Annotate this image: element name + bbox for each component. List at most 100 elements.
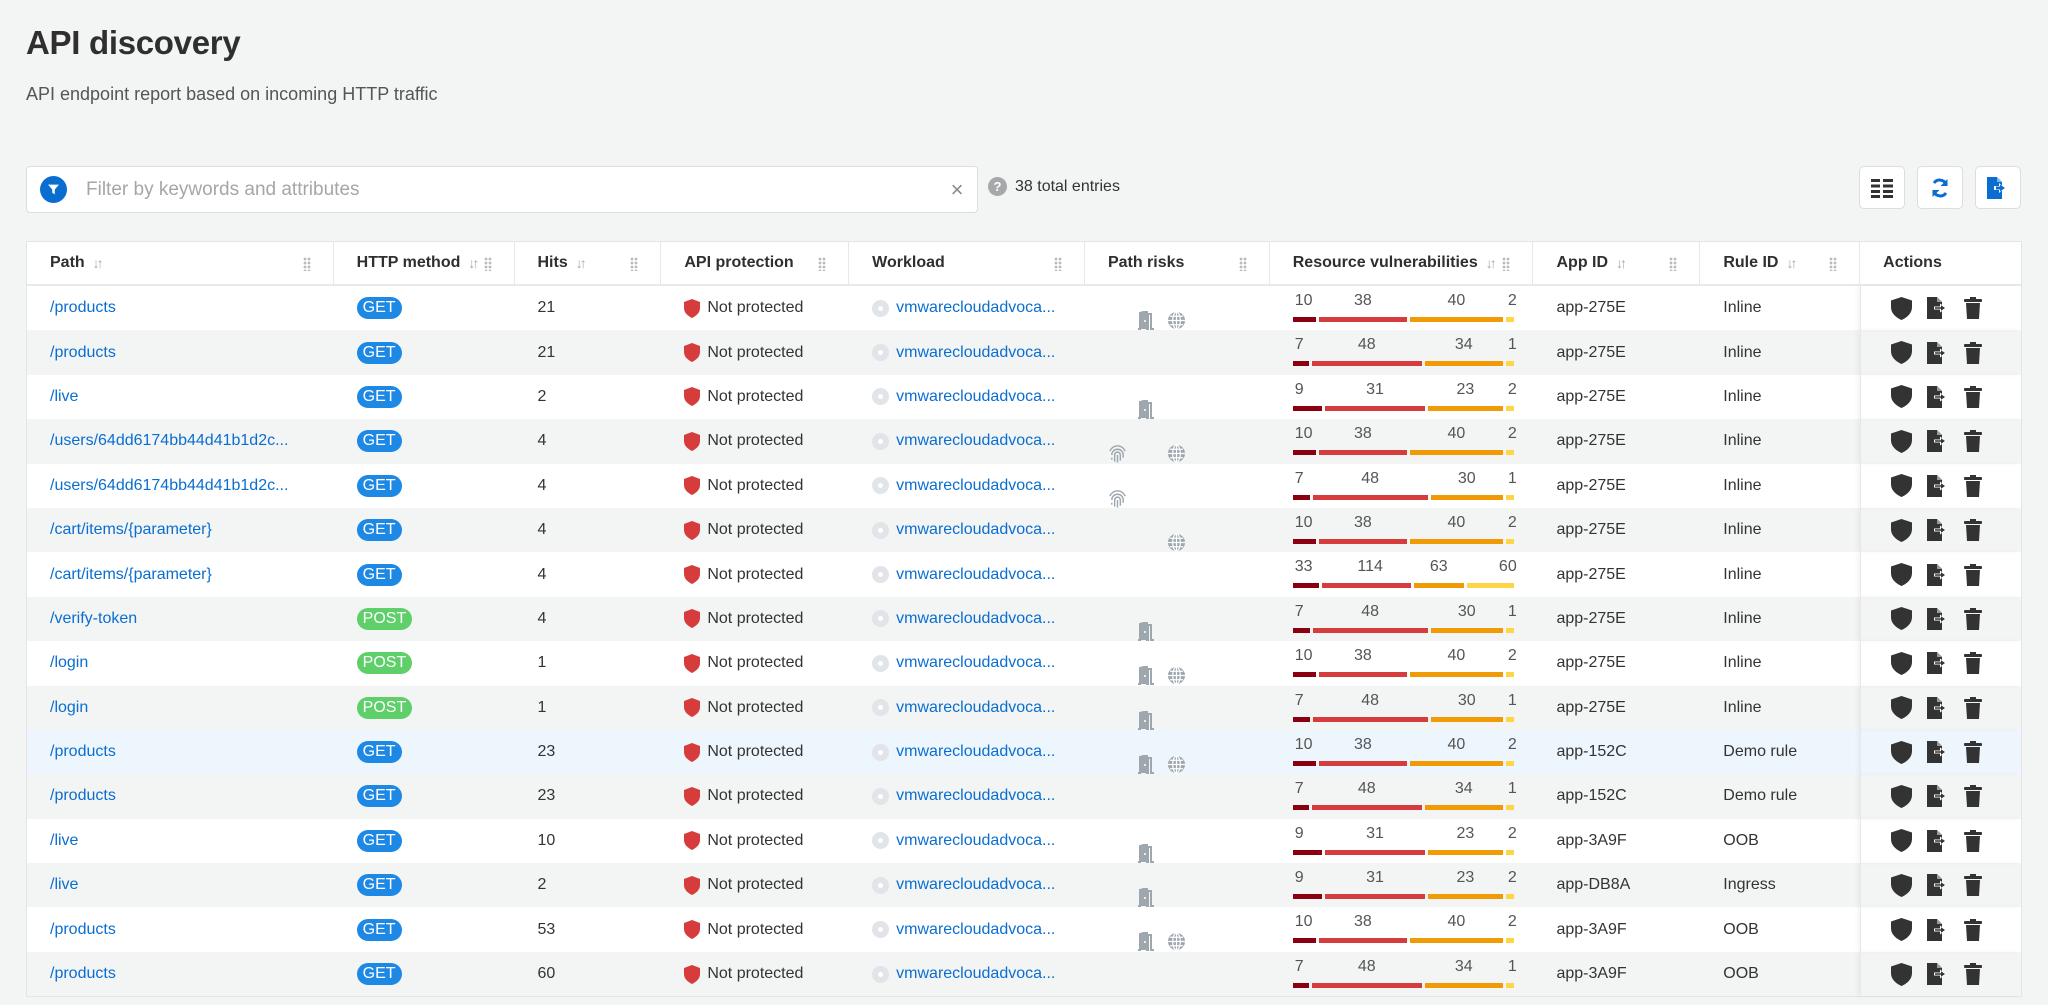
- delete-icon[interactable]: [1964, 385, 1983, 408]
- protect-icon[interactable]: [1891, 696, 1913, 720]
- vulnerability-bar[interactable]: 7 48 34 1: [1292, 774, 1517, 818]
- table-row[interactable]: /cart/items/{parameter} GET 4 Not protected…: [27, 552, 2021, 597]
- delete-icon[interactable]: [1964, 874, 1983, 897]
- delete-icon[interactable]: [1964, 963, 1983, 986]
- drag-handle-icon[interactable]: [1669, 257, 1678, 271]
- column-header-rule-id[interactable]: Rule ID ↓↑: [1700, 242, 1861, 284]
- export-row-icon[interactable]: [1926, 874, 1950, 897]
- filter-input[interactable]: [86, 178, 937, 201]
- export-row-icon[interactable]: [1926, 430, 1950, 453]
- delete-icon[interactable]: [1964, 607, 1983, 630]
- protect-icon[interactable]: [1891, 385, 1913, 409]
- vulnerability-bar[interactable]: 7 48 30 1: [1292, 686, 1517, 730]
- export-row-icon[interactable]: [1926, 963, 1950, 986]
- workload-link[interactable]: vmwarecloudadvoca...: [896, 921, 1055, 939]
- workload-link[interactable]: vmwarecloudadvoca...: [896, 432, 1055, 450]
- column-header-app-id[interactable]: App ID ↓↑: [1533, 242, 1701, 284]
- column-header-hits[interactable]: Hits ↓↑: [515, 242, 662, 284]
- drag-handle-icon[interactable]: [1053, 257, 1062, 271]
- vulnerability-bar[interactable]: 10 38 40 2: [1292, 286, 1517, 330]
- workload-link[interactable]: vmwarecloudadvoca...: [896, 832, 1055, 850]
- vulnerability-bar[interactable]: 9 31 23 2: [1292, 375, 1517, 419]
- path-link[interactable]: /login: [50, 654, 88, 672]
- sort-icon[interactable]: ↓↑: [93, 255, 104, 271]
- table-row[interactable]: /products GET 23 Not protected vmwarecloudad…: [27, 774, 2021, 819]
- path-link[interactable]: /users/64dd6174bb44d41b1d2c...: [50, 477, 288, 495]
- column-header-path[interactable]: Path ↓↑: [27, 242, 334, 284]
- path-link[interactable]: /cart/items/{parameter}: [50, 521, 212, 539]
- export-row-icon[interactable]: [1926, 741, 1950, 764]
- table-row[interactable]: /live GET 10 Not protected vmwarecloudadvoca…: [27, 818, 2021, 864]
- workload-link[interactable]: vmwarecloudadvoca...: [896, 876, 1055, 894]
- export-row-icon[interactable]: [1926, 474, 1950, 497]
- vulnerability-bar[interactable]: 10 38 40 2: [1292, 419, 1517, 463]
- column-header-resource-vulnerabilities[interactable]: Resource vulnerabilities ↓↑: [1270, 242, 1534, 284]
- protect-icon[interactable]: [1891, 429, 1913, 453]
- table-row[interactable]: /products GET 21 Not protected vmwarecloudad…: [27, 286, 2021, 331]
- protect-icon[interactable]: [1891, 873, 1913, 897]
- protect-icon[interactable]: [1891, 962, 1913, 986]
- export-row-icon[interactable]: [1926, 918, 1950, 941]
- delete-icon[interactable]: [1964, 430, 1983, 453]
- drag-handle-icon[interactable]: [483, 257, 492, 271]
- path-link[interactable]: /products: [50, 787, 116, 805]
- table-row[interactable]: /login POST 1 Not protected vmwarecloudadvoc…: [27, 685, 2021, 730]
- drag-handle-icon[interactable]: [1502, 257, 1511, 271]
- protect-icon[interactable]: [1891, 829, 1913, 853]
- path-link[interactable]: /users/64dd6174bb44d41b1d2c...: [50, 432, 288, 450]
- drag-handle-icon[interactable]: [302, 257, 311, 271]
- table-row[interactable]: /cart/items/{parameter} GET 4 Not protected…: [27, 507, 2021, 553]
- path-link[interactable]: /cart/items/{parameter}: [50, 566, 212, 584]
- drag-handle-icon[interactable]: [630, 257, 639, 271]
- table-row[interactable]: /products GET 21 Not protected vmwarecloudad…: [27, 330, 2021, 375]
- table-row[interactable]: /users/64dd6174bb44d41b1d2c... GET 4 Not pr…: [27, 419, 2021, 464]
- table-row[interactable]: /login POST 1 Not protected vmwarecloudadvoc…: [27, 641, 2021, 686]
- sort-icon[interactable]: ↓↑: [1616, 255, 1627, 271]
- vulnerability-bar[interactable]: 10 38 40 2: [1292, 730, 1517, 774]
- export-row-icon[interactable]: [1926, 341, 1950, 364]
- workload-link[interactable]: vmwarecloudadvoca...: [896, 743, 1055, 761]
- vulnerability-bar[interactable]: 9 31 23 2: [1292, 819, 1517, 863]
- drag-handle-icon[interactable]: [1829, 257, 1838, 271]
- protect-icon[interactable]: [1891, 296, 1913, 320]
- drag-handle-icon[interactable]: [818, 257, 827, 271]
- protect-icon[interactable]: [1891, 740, 1913, 764]
- export-row-icon[interactable]: [1926, 829, 1950, 852]
- protect-icon[interactable]: [1891, 651, 1913, 675]
- export-row-icon[interactable]: [1926, 519, 1950, 542]
- path-link[interactable]: /products: [50, 299, 116, 317]
- protect-icon[interactable]: [1891, 474, 1913, 498]
- path-link[interactable]: /products: [50, 921, 116, 939]
- vulnerability-bar[interactable]: 10 38 40 2: [1292, 641, 1517, 685]
- protect-icon[interactable]: [1891, 563, 1913, 587]
- vulnerability-bar[interactable]: 7 48 34 1: [1292, 330, 1517, 374]
- export-row-icon[interactable]: [1926, 297, 1950, 320]
- delete-icon[interactable]: [1964, 297, 1983, 320]
- workload-link[interactable]: vmwarecloudadvoca...: [896, 699, 1055, 717]
- workload-link[interactable]: vmwarecloudadvoca...: [896, 566, 1055, 584]
- vulnerability-bar[interactable]: 7 48 34 1: [1292, 952, 1517, 996]
- delete-icon[interactable]: [1964, 519, 1983, 542]
- protect-icon[interactable]: [1891, 784, 1913, 808]
- path-link[interactable]: /products: [50, 743, 116, 761]
- column-header-http-method[interactable]: HTTP method ↓↑: [334, 242, 515, 284]
- protect-icon[interactable]: [1891, 518, 1913, 542]
- clear-icon[interactable]: ×: [937, 177, 977, 203]
- table-row[interactable]: /products GET 60 Not protected vmwarecloudad…: [27, 951, 2021, 997]
- table-row[interactable]: /live GET 2 Not protected vmwarecloudadvoca.…: [27, 863, 2021, 908]
- workload-link[interactable]: vmwarecloudadvoca...: [896, 388, 1055, 406]
- drag-handle-icon[interactable]: [1238, 257, 1247, 271]
- table-row[interactable]: /users/64dd6174bb44d41b1d2c... GET 4 Not pr…: [27, 463, 2021, 508]
- protect-icon[interactable]: [1891, 341, 1913, 365]
- export-row-icon[interactable]: [1926, 696, 1950, 719]
- delete-icon[interactable]: [1964, 563, 1983, 586]
- workload-link[interactable]: vmwarecloudadvoca...: [896, 477, 1055, 495]
- workload-link[interactable]: vmwarecloudadvoca...: [896, 610, 1055, 628]
- filter-icon[interactable]: [40, 176, 67, 203]
- path-link[interactable]: /live: [50, 388, 78, 406]
- path-link[interactable]: /login: [50, 699, 88, 717]
- protect-icon[interactable]: [1891, 607, 1913, 631]
- path-link[interactable]: /live: [50, 832, 78, 850]
- vulnerability-bar[interactable]: 10 38 40 2: [1292, 907, 1517, 951]
- delete-icon[interactable]: [1964, 918, 1983, 941]
